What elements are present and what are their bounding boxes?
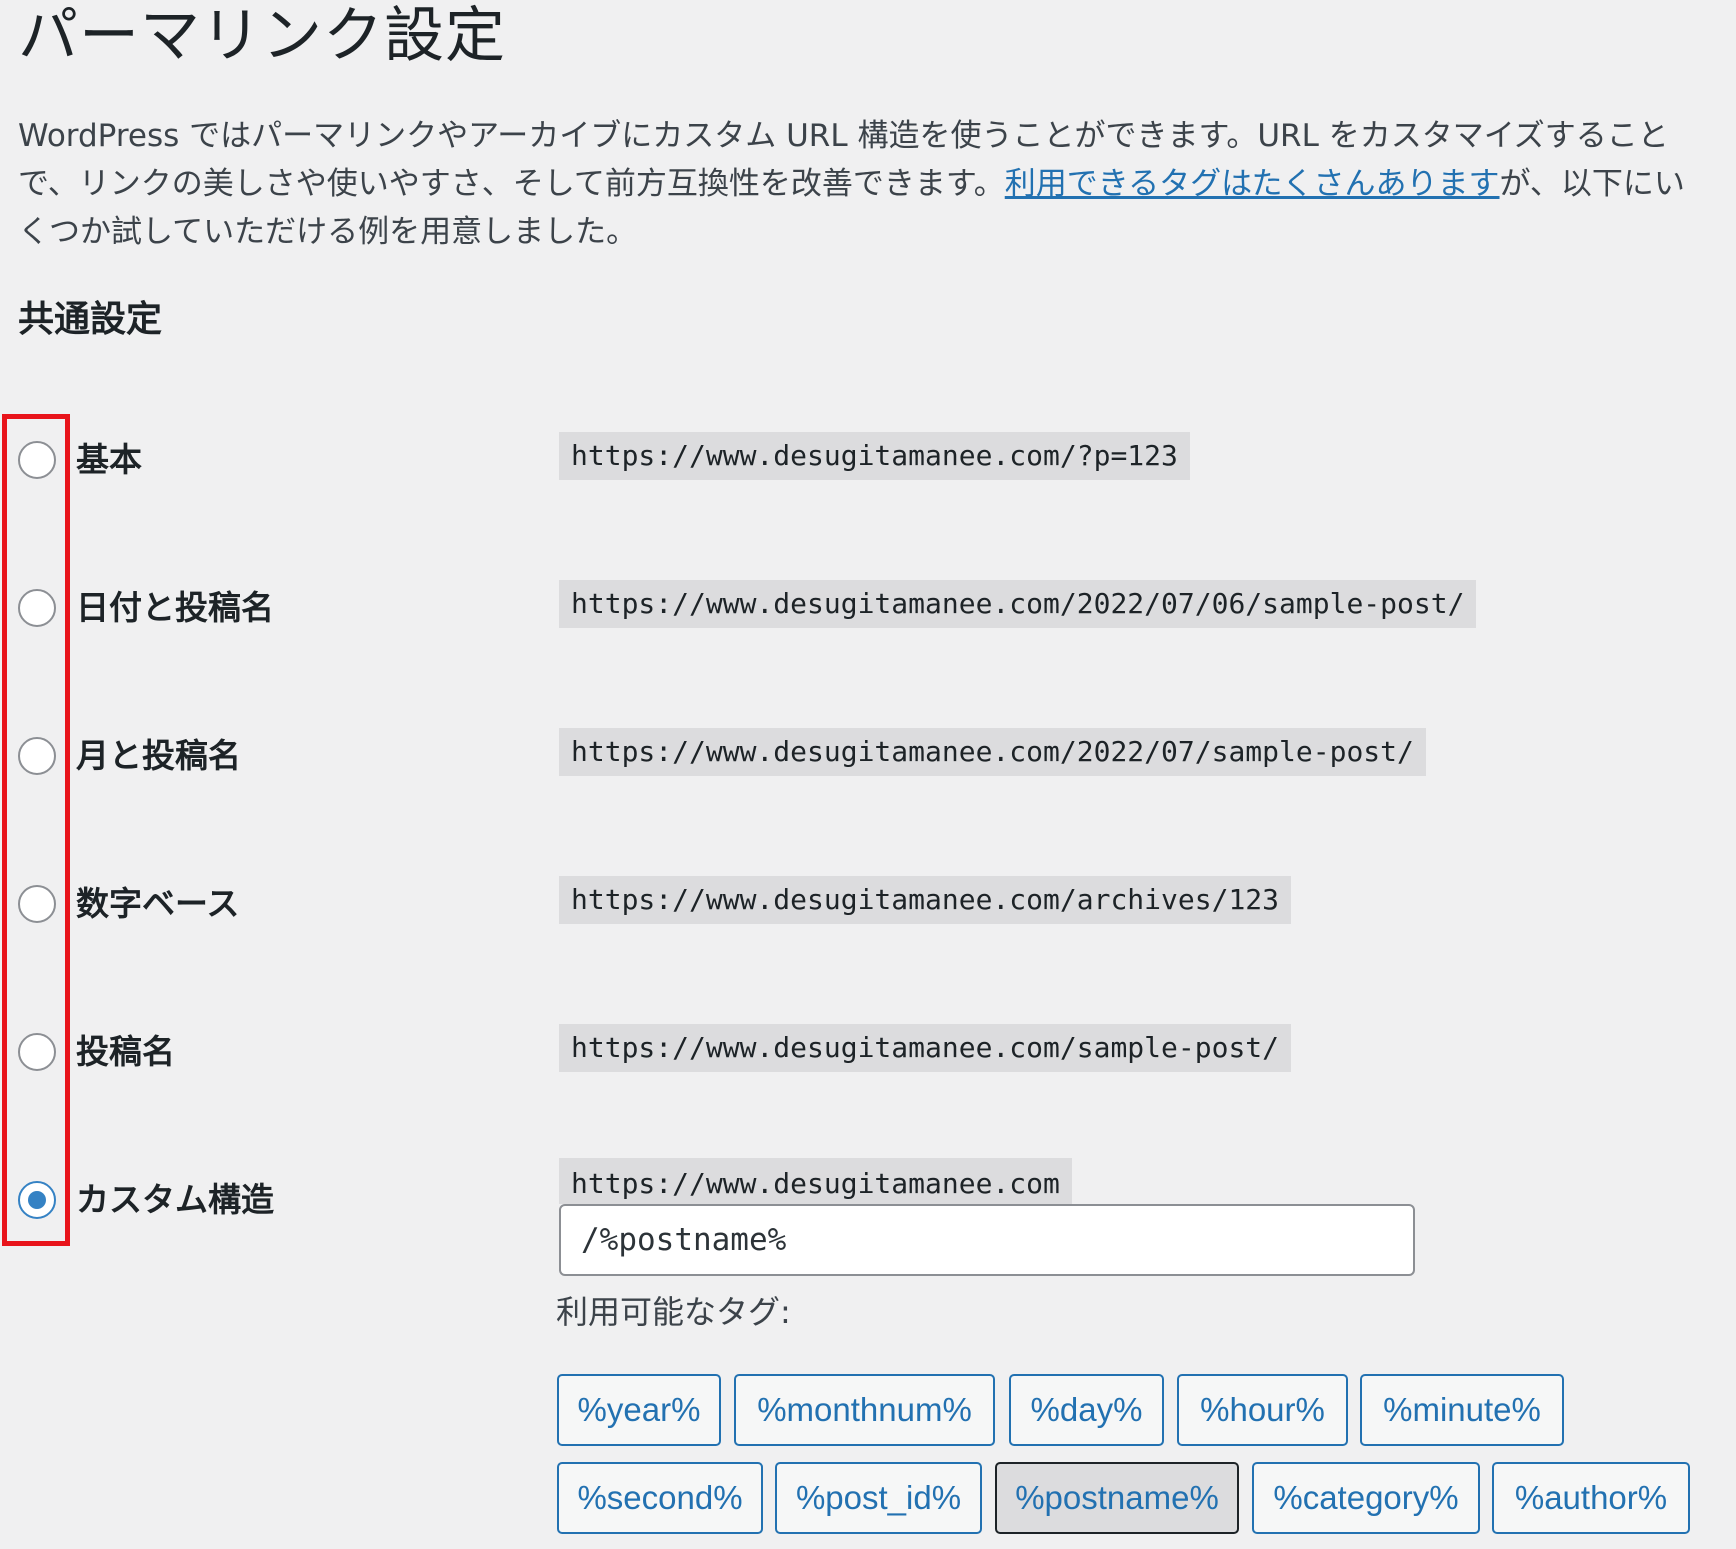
intro-line-3: くつか試していただける例を用意しました。 [18,214,638,250]
intro-line-2-end: が、以下にい [1499,166,1685,202]
tag-button-post-id[interactable]: %post_id% [775,1462,982,1534]
tag-button-day[interactable]: %day% [1009,1374,1164,1446]
radio-custom[interactable] [18,1181,56,1219]
example-url-plain: https://www.desugitamanee.com/?p=123 [559,432,1190,480]
example-url-numeric: https://www.desugitamanee.com/archives/1… [559,876,1292,924]
option-row-day-name[interactable]: 日付と投稿名 https://www.desugitamanee.com/202… [0,578,1736,638]
custom-structure-input[interactable] [559,1204,1415,1276]
tag-button-postname[interactable]: %postname% [995,1462,1239,1534]
tag-button-hour[interactable]: %hour% [1177,1374,1348,1446]
option-row-numeric[interactable]: 数字ベース https://www.desugitamanee.com/arch… [0,874,1736,934]
intro-line-2-start: で、リンクの美しさや使いやすさ、そして前方互換性を改善できます。 [18,166,1005,202]
example-url-day-name: https://www.desugitamanee.com/2022/07/06… [559,580,1477,628]
common-settings-heading: 共通設定 [18,299,163,340]
option-label-day-name[interactable]: 日付と投稿名 [76,584,274,632]
tag-button-category[interactable]: %category% [1252,1462,1480,1534]
custom-structure-base-url: https://www.desugitamanee.com [559,1158,1072,1204]
radio-plain[interactable] [18,441,56,479]
example-url-post-name: https://www.desugitamanee.com/sample-pos… [559,1024,1292,1072]
available-tags-link[interactable]: 利用できるタグはたくさんあります [1005,166,1500,202]
intro-text: WordPress ではパーマリンクやアーカイブにカスタム URL 構造を使うこ… [18,112,1736,256]
tag-button-monthnum[interactable]: %monthnum% [734,1374,995,1446]
radio-day-name[interactable] [18,589,56,627]
option-label-numeric[interactable]: 数字ベース [76,880,239,928]
tag-button-year[interactable]: %year% [557,1374,721,1446]
radio-month-name[interactable] [18,737,56,775]
tag-button-second[interactable]: %second% [557,1462,763,1534]
option-label-custom[interactable]: カスタム構造 [76,1176,274,1224]
option-row-post-name[interactable]: 投稿名 https://www.desugitamanee.com/sample… [0,1022,1736,1082]
radio-numeric[interactable] [18,885,56,923]
option-label-month-name[interactable]: 月と投稿名 [76,732,241,780]
page-title: パーマリンク設定 [18,1,506,71]
radio-highlight-box [2,414,70,1246]
option-label-plain[interactable]: 基本 [76,436,142,484]
available-tags-label: 利用可能なタグ: [556,1293,791,1331]
option-row-plain[interactable]: 基本 https://www.desugitamanee.com/?p=123 [0,430,1736,490]
example-url-month-name: https://www.desugitamanee.com/2022/07/sa… [559,728,1426,776]
intro-line-2: で、リンクの美しさや使いやすさ、そして前方互換性を改善できます。利用できるタグは… [18,160,1736,208]
tag-button-minute[interactable]: %minute% [1360,1374,1564,1446]
radio-post-name[interactable] [18,1033,56,1071]
tag-button-author[interactable]: %author% [1492,1462,1690,1534]
intro-line-1: WordPress ではパーマリンクやアーカイブにカスタム URL 構造を使うこ… [18,118,1669,154]
option-row-month-name[interactable]: 月と投稿名 https://www.desugitamanee.com/2022… [0,726,1736,786]
option-label-post-name[interactable]: 投稿名 [76,1028,175,1076]
